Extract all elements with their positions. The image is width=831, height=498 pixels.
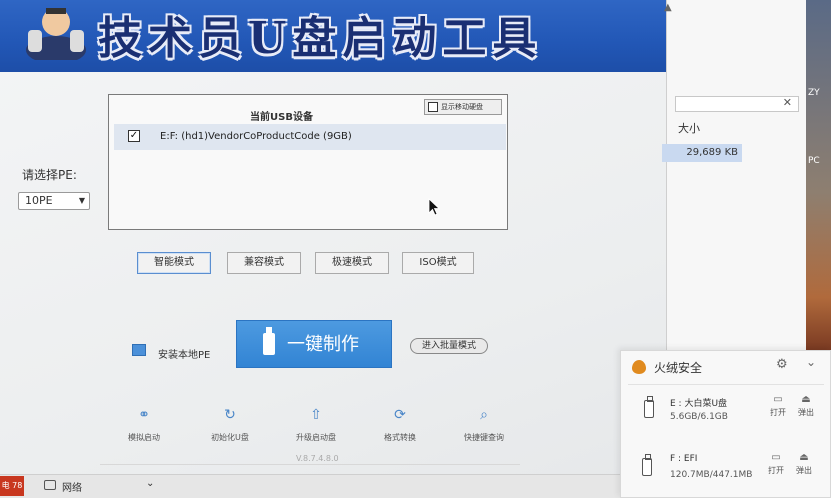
close-icon[interactable]: ✕ [783,96,792,109]
background-window: ✕ [666,0,806,350]
eject-label: 弹出 [798,408,814,417]
link-icon: ⚭ [138,407,150,423]
divider [628,384,824,385]
open-label: 打开 [768,466,784,475]
usb-drive-icon [642,454,652,476]
usb-device-checkbox[interactable]: ✓ [128,130,140,142]
start-tag[interactable]: 电 78 [0,476,24,496]
folder-icon: ▭ [773,394,783,405]
smart-mode-button[interactable]: 智能模式 [137,252,211,274]
tool-label: 快捷键查询 [464,433,504,442]
eject-drive-button[interactable]: ⏏ 弹出 [792,394,820,418]
chevron-down-icon[interactable]: ⌄ [806,355,816,369]
show-mobile-disk-label: 显示移动硬盘 [441,103,483,111]
desktop-label: PC [808,156,820,166]
search-icon: ⌕ [480,407,488,423]
shortcut-query-tool[interactable]: ⌕ 快捷键查询 [444,406,524,443]
open-label: 打开 [770,408,786,417]
network-label[interactable]: 网络 [62,479,82,494]
background-address-bar[interactable] [675,96,799,112]
drive-name: E : 大白菜U盘 [670,399,728,409]
drive-size: 120.7MB/447.1MB [670,470,753,480]
tool-label: 模拟启动 [128,433,160,442]
desktop-background: ZY PC [806,0,831,350]
folder-icon: ▭ [771,452,781,463]
iso-mode-button[interactable]: ISO模式 [402,252,474,274]
usb-list-header: 当前USB设备 [250,112,313,123]
batch-mode-button[interactable]: 进入批量模式 [410,338,488,354]
pe-selected-value: 10PE [25,194,53,207]
checkbox-icon [428,102,438,112]
drive-size: 5.6GB/6.1GB [670,412,728,422]
install-local-pe-button[interactable]: 安装本地PE [158,346,210,361]
eject-label: 弹出 [796,466,812,475]
chevron-down-icon[interactable]: ⌄ [146,478,154,489]
upgrade-bootdisk-tool[interactable]: ⇧ 升级启动盘 [276,406,356,443]
network-icon[interactable] [44,480,56,490]
fast-mode-button[interactable]: 极速模式 [315,252,389,274]
one-click-make-label: 一键制作 [287,334,359,355]
size-cell[interactable]: 29,689 KB [662,144,742,162]
gear-icon[interactable]: ⚙ [776,357,788,372]
usb-device-name: E:F: (hd1)VendorCoProductCode (9GB) [160,131,352,142]
chevron-down-icon: ▼ [78,196,85,205]
pe-select-label: 请选择PE: [22,168,77,182]
eject-icon: ⏏ [799,452,809,463]
format-convert-tool[interactable]: ⟳ 格式转换 [360,406,440,443]
usb-drive-icon [263,327,275,355]
monitor-icon[interactable] [132,344,146,356]
tool-label: 初始化U盘 [211,433,249,442]
divider [100,464,520,465]
upload-arrow-icon: ⇧ [310,407,322,423]
mouse-cursor-icon [428,198,440,216]
show-mobile-disk-checkbox[interactable]: 显示移动硬盘 [424,99,502,115]
huorong-title: 火绒安全 [654,361,703,375]
usb-drive-icon [644,396,654,418]
refresh-icon: ↻ [224,407,236,423]
huorong-logo-icon [632,360,646,374]
sync-icon: ⟳ [394,407,406,423]
pe-select-dropdown[interactable]: 10PE ▼ [18,192,90,210]
app-banner: 技术员U盘启动工具 [0,0,666,72]
scroll-up-icon[interactable]: ▲ [664,2,672,13]
drive-name: F : EFI [670,454,698,464]
simulate-boot-tool[interactable]: ⚭ 模拟启动 [104,406,184,443]
open-drive-button[interactable]: ▭ 打开 [762,452,790,476]
eject-drive-button[interactable]: ⏏ 弹出 [790,452,818,476]
tool-label: 格式转换 [384,433,416,442]
app-title: 技术员U盘启动工具 [98,13,543,64]
compat-mode-button[interactable]: 兼容模式 [227,252,301,274]
size-column-header[interactable]: 大小 [678,120,700,136]
desktop-label: ZY [808,88,820,98]
mascot-logo-icon [26,8,86,60]
init-usb-tool[interactable]: ↻ 初始化U盘 [190,406,270,443]
version-text: V.8.7.4.8.0 [296,454,339,463]
open-drive-button[interactable]: ▭ 打开 [764,394,792,418]
taskbar [0,474,620,498]
eject-icon: ⏏ [801,394,811,405]
tool-label: 升级启动盘 [296,433,336,442]
one-click-make-button[interactable]: 一键制作 [236,320,392,368]
